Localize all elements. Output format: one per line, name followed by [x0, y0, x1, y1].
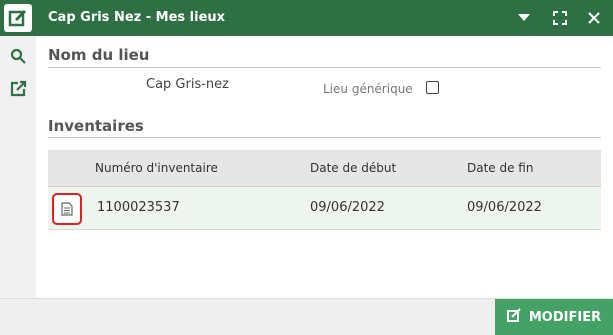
cell-inventory-number: 1100023537	[97, 200, 180, 215]
section-divider	[48, 137, 601, 138]
section-divider	[48, 67, 601, 68]
search-icon[interactable]	[6, 44, 30, 68]
close-icon[interactable]	[584, 8, 604, 28]
modify-button[interactable]: MODIFIER	[495, 299, 613, 335]
title-bar: Cap Gris Nez - Mes lieux	[0, 0, 613, 36]
edit-square-icon	[4, 4, 32, 32]
column-header-end-date[interactable]: Date de fin	[467, 150, 533, 186]
open-external-icon[interactable]	[6, 76, 30, 100]
cell-end-date: 09/06/2022	[467, 200, 542, 215]
window-title: Cap Gris Nez - Mes lieux	[48, 10, 226, 25]
column-header-start-date[interactable]: Date de début	[310, 150, 396, 186]
document-icon[interactable]	[52, 193, 82, 225]
generic-place-checkbox[interactable]	[426, 81, 439, 94]
place-section-heading: Nom du lieu	[48, 46, 150, 64]
modify-button-label: MODIFIER	[528, 309, 602, 325]
table-header: Numéro d'inventaire Date de début Date d…	[48, 150, 601, 187]
table-row[interactable]: 1100023537 09/06/2022 09/06/2022	[48, 187, 601, 230]
cell-start-date: 09/06/2022	[310, 200, 385, 215]
inventories-table: Numéro d'inventaire Date de début Date d…	[48, 150, 601, 230]
generic-place-label: Lieu générique	[323, 82, 413, 96]
column-header-number[interactable]: Numéro d'inventaire	[95, 150, 218, 186]
footer-bar: MODIFIER	[0, 298, 613, 335]
dropdown-caret-icon[interactable]	[514, 8, 534, 28]
inventories-section-heading: Inventaires	[48, 117, 144, 135]
fullscreen-icon[interactable]	[550, 8, 570, 28]
sidebar	[0, 36, 36, 298]
place-name: Cap Gris-nez	[146, 77, 229, 92]
edit-icon	[506, 308, 521, 326]
